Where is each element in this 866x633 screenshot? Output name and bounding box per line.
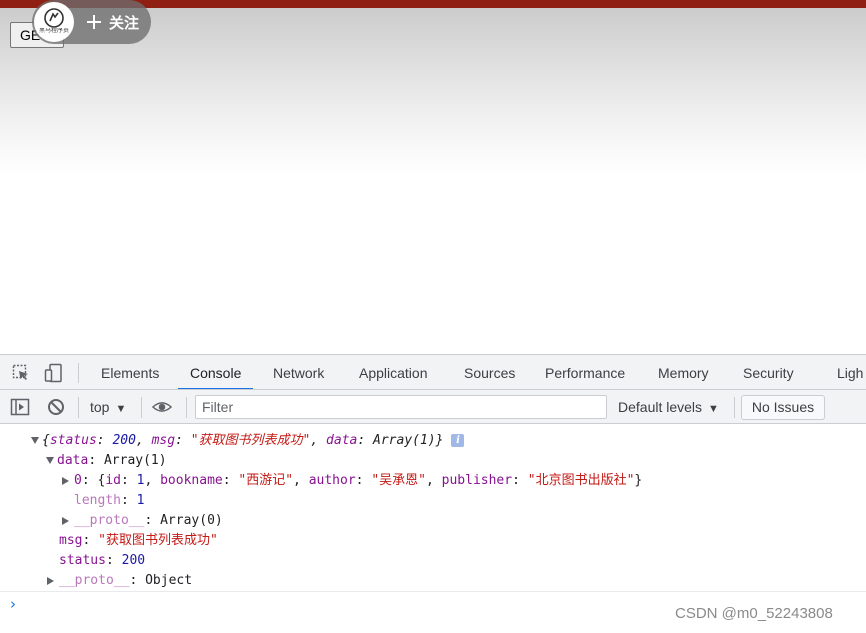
filter-input[interactable] xyxy=(195,395,607,419)
expand-triangle-icon[interactable] xyxy=(62,476,69,485)
issues-button[interactable]: No Issues xyxy=(741,395,825,420)
filterbar-separator xyxy=(186,397,187,418)
log-object-root[interactable]: {status: 200, msg: "获取图书列表成功", data: Arr… xyxy=(31,431,465,451)
log-levels-dropdown[interactable]: Default levels ▼ xyxy=(618,390,719,424)
filterbar-separator xyxy=(78,397,79,418)
follow-label: 关注 xyxy=(109,14,140,32)
log-msg-property: msg: "获取图书列表成功" xyxy=(59,533,218,548)
sidebar-toggle-icon[interactable] xyxy=(10,397,30,417)
expand-triangle-icon[interactable] xyxy=(47,576,54,585)
log-data-property[interactable]: data: Array(1) xyxy=(46,451,167,471)
devtools-tabbar: Elements Console Network Application Sou… xyxy=(0,355,866,390)
tab-network[interactable]: Network xyxy=(261,355,336,389)
context-selector[interactable]: top ▼ xyxy=(90,390,126,424)
console-filterbar: top ▼ Default levels ▼ No Issues xyxy=(0,390,866,424)
horse-logo-icon xyxy=(44,8,64,28)
watermark: CSDN @m0_52243808 xyxy=(675,605,833,622)
tab-sources[interactable]: Sources xyxy=(452,355,527,389)
device-toolbar-icon[interactable] xyxy=(44,363,64,383)
caret-down-icon: ▼ xyxy=(115,403,127,415)
follow-button[interactable]: 黑马程序员 关注 xyxy=(32,0,151,44)
levels-label: Default levels xyxy=(618,399,703,415)
filterbar-separator xyxy=(734,397,735,418)
inspect-element-icon[interactable] xyxy=(11,363,31,383)
tab-lighthouse[interactable]: Ligh xyxy=(825,355,866,389)
context-label: top xyxy=(90,399,110,415)
avatar-text: 黑马程序员 xyxy=(38,28,69,34)
log-status-property: status: 200 xyxy=(59,553,146,568)
expand-triangle-icon[interactable] xyxy=(62,516,69,525)
devtools-panel: Elements Console Network Application Sou… xyxy=(0,354,866,633)
log-array-item[interactable]: 0: {id: 1, bookname: "西游记", author: "吴承恩… xyxy=(61,471,642,491)
tab-elements[interactable]: Elements xyxy=(89,355,171,389)
caret-down-icon: ▼ xyxy=(708,403,719,415)
avatar: 黑马程序员 xyxy=(34,2,74,42)
log-object-proto[interactable]: __proto__: Object xyxy=(46,571,192,591)
log-length-property: length: 1 xyxy=(74,493,145,508)
collapse-triangle-icon[interactable] xyxy=(46,457,54,464)
tab-security[interactable]: Security xyxy=(731,355,806,389)
info-icon[interactable]: i xyxy=(451,434,465,447)
console-output: {status: 200, msg: "获取图书列表成功", data: Arr… xyxy=(0,425,866,591)
tabbar-separator xyxy=(78,363,79,383)
tab-performance[interactable]: Performance xyxy=(533,355,637,389)
prompt-chevron-icon: › xyxy=(10,595,16,613)
log-array-proto[interactable]: __proto__: Array(0) xyxy=(61,511,223,531)
clear-console-icon[interactable] xyxy=(46,397,66,417)
page-viewport: GE 黑马程序员 关注 xyxy=(0,0,866,354)
collapse-triangle-icon[interactable] xyxy=(31,437,39,444)
filterbar-separator xyxy=(141,397,142,418)
tab-console[interactable]: Console xyxy=(178,355,254,389)
tab-memory[interactable]: Memory xyxy=(646,355,721,389)
eye-icon[interactable] xyxy=(152,397,172,417)
tab-application[interactable]: Application xyxy=(347,355,440,389)
plus-icon xyxy=(86,14,102,30)
